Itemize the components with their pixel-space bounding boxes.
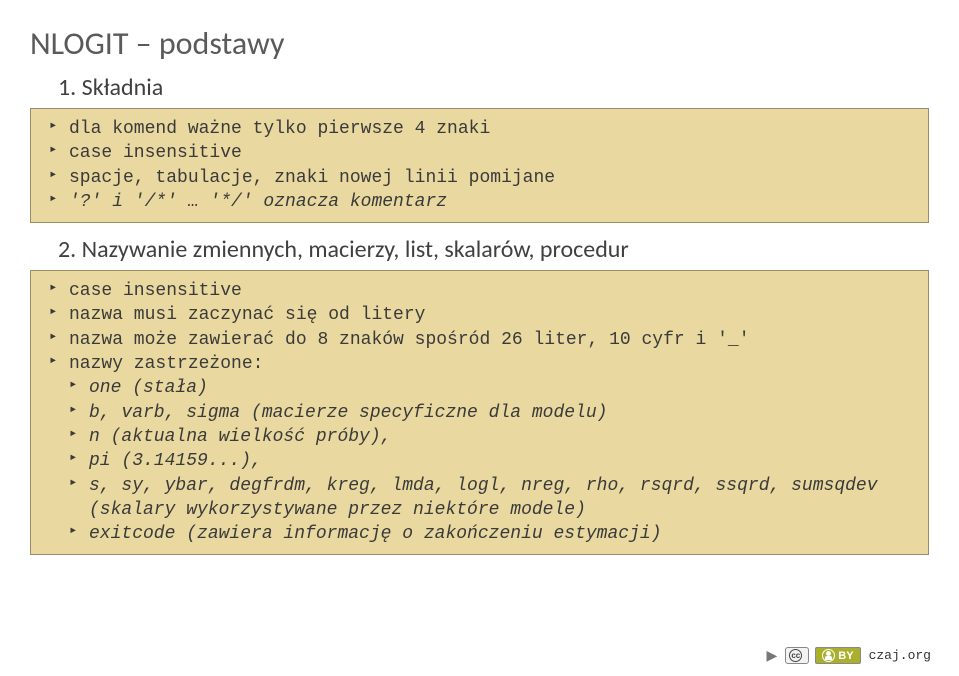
cc-circle-icon: cc	[789, 649, 802, 662]
footer-org: czaj.org	[869, 648, 931, 663]
list-item: nazwa może zawierać do 8 znaków spośród …	[49, 328, 916, 352]
section-2-box: case insensitive nazwa musi zaczynać się…	[30, 270, 929, 555]
list-item: case insensitive	[49, 141, 916, 165]
section-1-list: dla komend ważne tylko pierwsze 4 znaki …	[49, 117, 916, 214]
cc-by-badge: BY	[815, 647, 860, 664]
list-item: b, varb, sigma (macierze specyficzne dla…	[49, 401, 916, 425]
list-item: one (stała)	[49, 376, 916, 400]
list-item: dla komend ważne tylko pierwsze 4 znaki	[49, 117, 916, 141]
list-item: n (aktualna wielkość próby),	[49, 425, 916, 449]
slide: NLOGIT – podstawy 1. Składnia dla komend…	[0, 0, 959, 676]
list-item: spacje, tabulacje, znaki nowej linii pom…	[49, 166, 916, 190]
list-item: s, sy, ybar, degfrdm, kreg, lmda, logl, …	[49, 474, 916, 523]
list-item: '?' i '/*' … '*/' oznacza komentarz	[49, 190, 916, 214]
section-2-num: 2.	[58, 235, 76, 264]
slide-title: NLOGIT – podstawy	[30, 24, 929, 63]
section-1-heading: 1. Składnia	[30, 73, 929, 102]
section-2-label: Nazywanie zmiennych, macierzy, list, ska…	[82, 235, 629, 264]
list-item: nazwy zastrzeżone:	[49, 352, 916, 376]
footer: ▶ cc BY czaj.org	[767, 647, 931, 664]
list-item: pi (3.14159...),	[49, 449, 916, 473]
section-2-list: case insensitive nazwa musi zaczynać się…	[49, 279, 916, 546]
section-1-box: dla komend ważne tylko pierwsze 4 znaki …	[30, 108, 929, 223]
cc-by-label: BY	[838, 650, 853, 662]
arrow-right-icon: ▶	[767, 647, 778, 664]
section-1-label: Składnia	[82, 73, 164, 102]
list-item: nazwa musi zaczynać się od litery	[49, 303, 916, 327]
list-item: case insensitive	[49, 279, 916, 303]
list-item: exitcode (zawiera informację o zakończen…	[49, 522, 916, 546]
person-icon	[822, 649, 835, 662]
cc-badge: cc	[785, 647, 809, 664]
section-2-heading: 2. Nazywanie zmiennych, macierzy, list, …	[30, 235, 929, 264]
section-1-num: 1.	[58, 73, 76, 102]
